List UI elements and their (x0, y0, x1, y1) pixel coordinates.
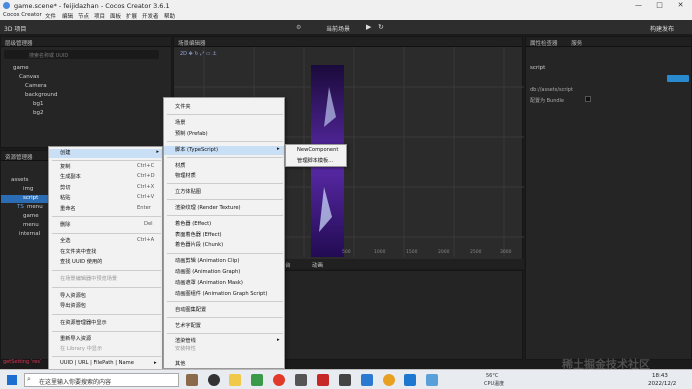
minimize-button[interactable]: — (634, 1, 643, 10)
inspector-panel: 属性检查器 服务 script db://assets/script 配置为 B… (525, 36, 692, 360)
clock-date: 2022/12/2 (648, 381, 677, 387)
inspector-path: db://assets/script (530, 87, 573, 93)
service-tab[interactable]: 服务 (571, 41, 582, 47)
asset-folder-assets[interactable]: assets (11, 177, 29, 183)
script-submenu: NewComponent 管理脚本模板... (285, 144, 347, 167)
scene-select[interactable]: 当前场景 (326, 24, 350, 33)
bundle-label: 配置为 Bundle (530, 98, 564, 104)
tab-animation[interactable]: 动画 (312, 261, 323, 269)
hierarchy-tab[interactable]: 层级管理器 (1, 37, 171, 47)
chrome-icon[interactable] (273, 374, 285, 386)
asset-folder-internal[interactable]: internal (19, 231, 40, 237)
browser-icon[interactable] (383, 374, 395, 386)
inspector-folder-name: script (530, 65, 546, 71)
open-folder-button[interactable] (667, 75, 689, 82)
tree-node-background[interactable]: background (25, 92, 58, 98)
menu-cocos[interactable]: Cocos Creator (3, 12, 42, 18)
scene-tools[interactable]: 2D ✥ ↻ ⤢ ▭ ⚓ (180, 51, 230, 59)
inspector-tab-bar: 属性检查器 服务 (526, 37, 691, 47)
menu-bar: Cocos Creator 文件 编辑 节点 项目 面板 扩展 开发者 帮助 (0, 11, 692, 20)
bundle-checkbox[interactable] (585, 96, 591, 102)
create-submenu: 文件夹 场景 预制 (Prefab) 脚本 (TypeScript) ▸ 材质 物… (163, 97, 285, 369)
menu-file[interactable]: 文件 (45, 12, 56, 20)
app-blue-icon[interactable] (361, 374, 373, 386)
close-button[interactable]: ✕ (676, 1, 685, 10)
hierarchy-search-input[interactable]: 搜索名称或 UUID (4, 50, 159, 59)
taskbar: 在这里输入你要搜索的内容 ⌕ 56°C CPU温度 18:43 2022/12/… (0, 369, 692, 389)
menu-node[interactable]: 节点 (78, 12, 89, 20)
play-icon[interactable]: ▶ (366, 23, 371, 31)
inspector-tab[interactable]: 属性检查器 (530, 41, 558, 47)
context-menu: 创建 ▸ 复制 Ctrl+C 生成副本 Ctrl+D 剪切 Ctrl+X 粘贴 Ctrl+… (48, 146, 163, 370)
tree-node-bg2[interactable]: bg2 (33, 110, 43, 116)
console-line: getSetting ‘res’ (3, 359, 42, 365)
app-icon (3, 2, 10, 9)
menu-project[interactable]: 项目 (94, 12, 105, 20)
file-explorer-icon[interactable] (229, 374, 241, 386)
create-script[interactable]: 脚本 (TypeScript) ▸ (164, 146, 284, 155)
project-type-label: 3D 项目 (4, 26, 27, 33)
refresh-icon[interactable]: ↻ (378, 23, 384, 31)
cpu-temp: 56°C (486, 373, 499, 379)
menu-panel[interactable]: 面板 (110, 12, 121, 20)
menu-developer[interactable]: 开发者 (142, 12, 159, 20)
title-bar: game.scene* - feijidazhan - Cocos Creato… (0, 0, 692, 11)
app-lightblue-icon[interactable] (426, 374, 438, 386)
task-view-icon[interactable] (208, 374, 220, 386)
tree-node-camera[interactable]: Camera (25, 83, 47, 89)
vscode-icon[interactable] (404, 374, 416, 386)
asset-scene-menu[interactable]: menu (23, 222, 39, 228)
cortana-image-icon[interactable] (186, 374, 198, 386)
asset-script-menu[interactable]: menu (27, 204, 43, 210)
windows-start-icon[interactable] (7, 375, 17, 385)
menu-help[interactable]: 帮助 (164, 12, 175, 20)
taskbar-search-input[interactable]: 在这里输入你要搜索的内容 (24, 373, 179, 387)
tree-node-game[interactable]: game (13, 65, 29, 71)
menu-item-create[interactable]: 创建 ▸ (49, 149, 162, 158)
cpu-temp-label: CPU温度 (484, 381, 505, 387)
ts-badge: TS (17, 204, 24, 210)
window-title: game.scene* - feijidazhan - Cocos Creato… (14, 2, 170, 10)
build-button[interactable]: 构建发布 (650, 24, 674, 33)
hierarchy-panel: 层级管理器 搜索名称或 UUID game Canvas Camera back… (0, 36, 172, 148)
gear-icon[interactable]: ⚙ (296, 24, 301, 31)
watermark: 稀土掘金技术社区 (562, 358, 650, 371)
menu-extension[interactable]: 扩展 (126, 12, 137, 20)
wps-icon[interactable] (317, 374, 329, 386)
tree-node-canvas[interactable]: Canvas (19, 74, 39, 80)
main-toolbar: 3D 项目 ⚙ 当前场景 ▶ ↻ 构建发布 (0, 20, 692, 35)
cocos-dashboard-icon[interactable] (295, 374, 307, 386)
app-green-icon[interactable] (251, 374, 263, 386)
asset-scene-game[interactable]: game (23, 213, 39, 219)
scene-editor-tab[interactable]: 场景编辑器 (174, 37, 522, 47)
search-icon: ⌕ (27, 375, 31, 383)
asset-folder-img[interactable]: img (23, 186, 33, 192)
cocos-creator-icon[interactable] (339, 374, 351, 386)
tree-node-bg1[interactable]: bg1 (33, 101, 43, 107)
menu-edit[interactable]: 编辑 (62, 12, 73, 20)
maximize-button[interactable]: □ (655, 1, 664, 10)
clock-time: 18:43 (652, 373, 668, 379)
